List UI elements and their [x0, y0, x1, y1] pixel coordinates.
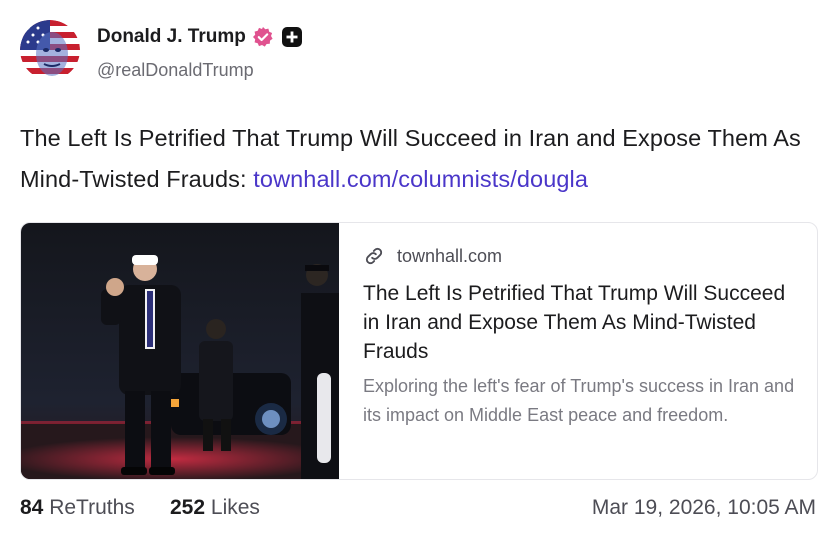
retruths-count: 84 [20, 496, 44, 519]
user-handle[interactable]: @realDonaldTrump [97, 60, 254, 81]
plus-badge-icon [281, 27, 302, 47]
post-header: Donald J. Trump @realDonaldTrump [20, 20, 820, 82]
link-domain: townhall.com [397, 245, 503, 266]
post-link[interactable]: townhall.com/columnists/dougla [253, 166, 588, 192]
link-preview-body: townhall.com The Left Is Petrified That … [363, 245, 803, 429]
verified-badge-icon [252, 26, 274, 48]
link-title[interactable]: The Left Is Petrified That Trump Will Su… [363, 279, 803, 366]
link-preview-card[interactable]: townhall.com The Left Is Petrified That … [20, 222, 818, 480]
post-footer: 84 ReTruths 252 Likes Mar 19, 2026, 10:0… [20, 496, 820, 526]
link-preview-image [21, 223, 341, 479]
link-icon [363, 245, 385, 267]
link-description: Exploring the left's fear of Trump's suc… [363, 376, 795, 425]
retruths-stat[interactable]: 84 ReTruths [20, 496, 135, 520]
likes-stat[interactable]: 252 Likes [170, 496, 260, 520]
post-text: The Left Is Petrified That Trump Will Su… [20, 118, 820, 200]
link-domain-row: townhall.com [363, 245, 803, 267]
avatar[interactable] [20, 20, 80, 80]
likes-count: 252 [170, 496, 206, 519]
post-timestamp[interactable]: Mar 19, 2026, 10:05 AM [592, 496, 816, 520]
name-row: Donald J. Trump [97, 26, 302, 48]
avatar-image [20, 20, 80, 80]
display-name[interactable]: Donald J. Trump [97, 26, 246, 48]
likes-label: Likes [210, 496, 260, 519]
retruths-label: ReTruths [49, 496, 135, 519]
